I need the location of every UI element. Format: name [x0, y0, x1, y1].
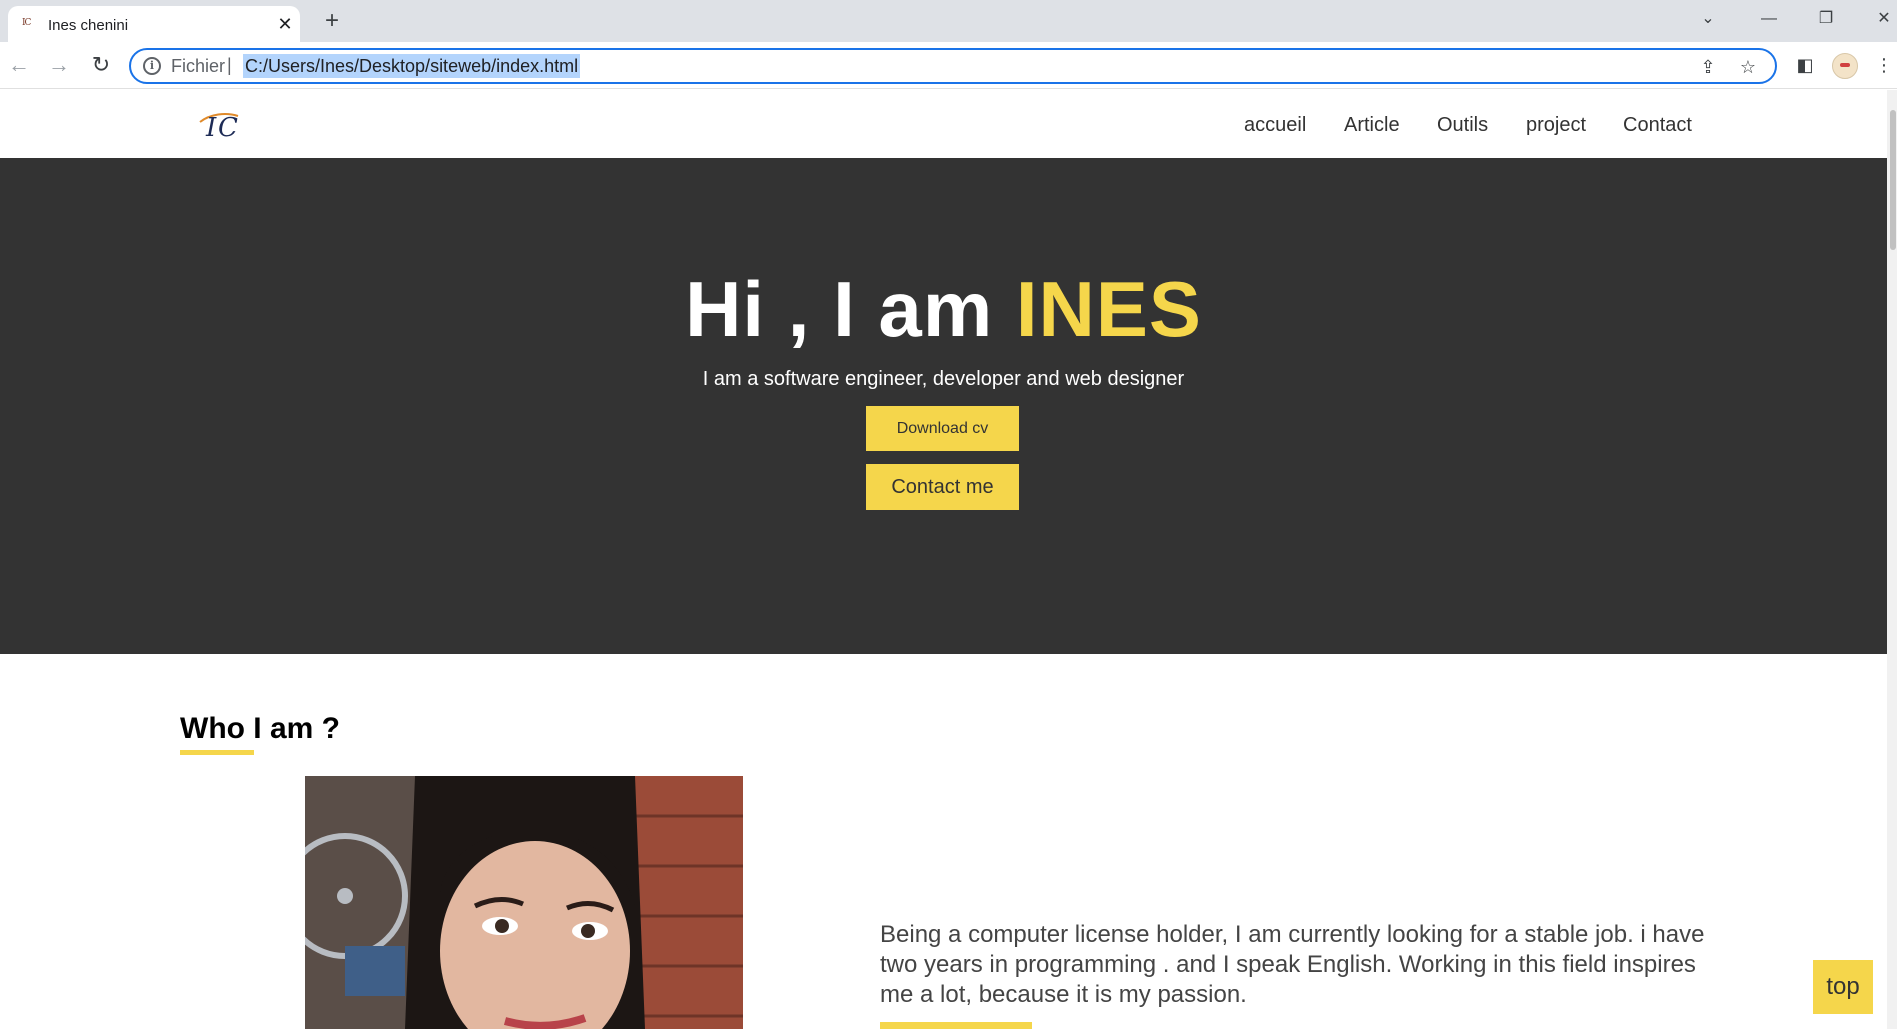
nav-link-article[interactable]: Article	[1344, 114, 1400, 137]
back-to-top-button[interactable]: top	[1813, 960, 1873, 1014]
address-url[interactable]: C:/Users/Ines/Desktop/siteweb/index.html	[243, 54, 581, 78]
address-bar[interactable]: i Fichier | C:/Users/Ines/Desktop/sitewe…	[129, 48, 1777, 84]
svg-text:I: I	[205, 113, 217, 140]
nav-link-outils[interactable]: Outils	[1437, 114, 1488, 137]
about-text-underline	[880, 1022, 1032, 1029]
site-logo[interactable]: I C	[196, 106, 250, 140]
close-window-icon[interactable]: ✕	[1869, 6, 1897, 32]
tab-title: Ines chenini	[48, 17, 129, 34]
hero-section: Hi , I am INES I am a software engineer,…	[0, 158, 1890, 654]
hero-title: Hi , I am INES	[0, 264, 1887, 355]
download-cv-button[interactable]: Download cv	[866, 406, 1019, 451]
forward-icon[interactable]: →	[44, 50, 74, 80]
nav-link-accueil[interactable]: accueil	[1244, 114, 1306, 137]
browser-tab[interactable]: IC Ines chenini ✕	[8, 6, 300, 42]
share-icon[interactable]: ⇪	[1697, 56, 1719, 78]
profile-photo	[305, 776, 743, 1029]
star-icon[interactable]: ☆	[1737, 56, 1759, 78]
address-scheme: Fichier	[171, 56, 226, 76]
svg-text:C: C	[218, 113, 238, 140]
favicon-icon: IC	[22, 18, 31, 28]
back-icon[interactable]: ←	[4, 50, 34, 80]
profile-avatar[interactable]	[1832, 53, 1858, 79]
tab-close-icon[interactable]: ✕	[274, 13, 296, 35]
tab-search-icon[interactable]: ⌄	[1693, 6, 1723, 32]
hero-subtitle: I am a software engineer, developer and …	[702, 368, 1185, 390]
browser-toolbar: ← → ↻ i Fichier | C:/Users/Ines/Desktop/…	[0, 42, 1897, 89]
hero-greeting: Hi , I am	[685, 265, 1016, 353]
side-panel-icon[interactable]: ◧	[1792, 52, 1818, 78]
about-title-underline	[180, 750, 254, 755]
nav-link-contact[interactable]: Contact	[1623, 114, 1692, 137]
hero-name: INES	[1015, 265, 1202, 353]
web-page: I C accueil Article Outils project Conta…	[0, 90, 1897, 1029]
scrollbar-thumb[interactable]	[1890, 110, 1896, 250]
info-icon[interactable]: i	[143, 57, 161, 75]
menu-icon[interactable]: ⋮	[1871, 52, 1897, 78]
contact-me-button[interactable]: Contact me	[866, 464, 1019, 510]
minimize-icon[interactable]: —	[1754, 6, 1784, 32]
tab-strip: IC Ines chenini ✕ + ⌄ — ❐ ✕	[0, 0, 1897, 42]
about-text: Being a computer license holder, I am cu…	[880, 921, 1705, 1008]
restore-icon[interactable]: ❐	[1811, 6, 1841, 32]
address-separator: |	[227, 55, 232, 75]
about-title: Who I am ?	[180, 712, 340, 745]
nav-link-project[interactable]: project	[1526, 114, 1586, 137]
page-scrollbar[interactable]	[1887, 90, 1897, 1029]
new-tab-button[interactable]: +	[318, 8, 346, 36]
site-header: I C accueil Article Outils project Conta…	[0, 90, 1887, 158]
reload-icon[interactable]: ↻	[86, 50, 116, 80]
